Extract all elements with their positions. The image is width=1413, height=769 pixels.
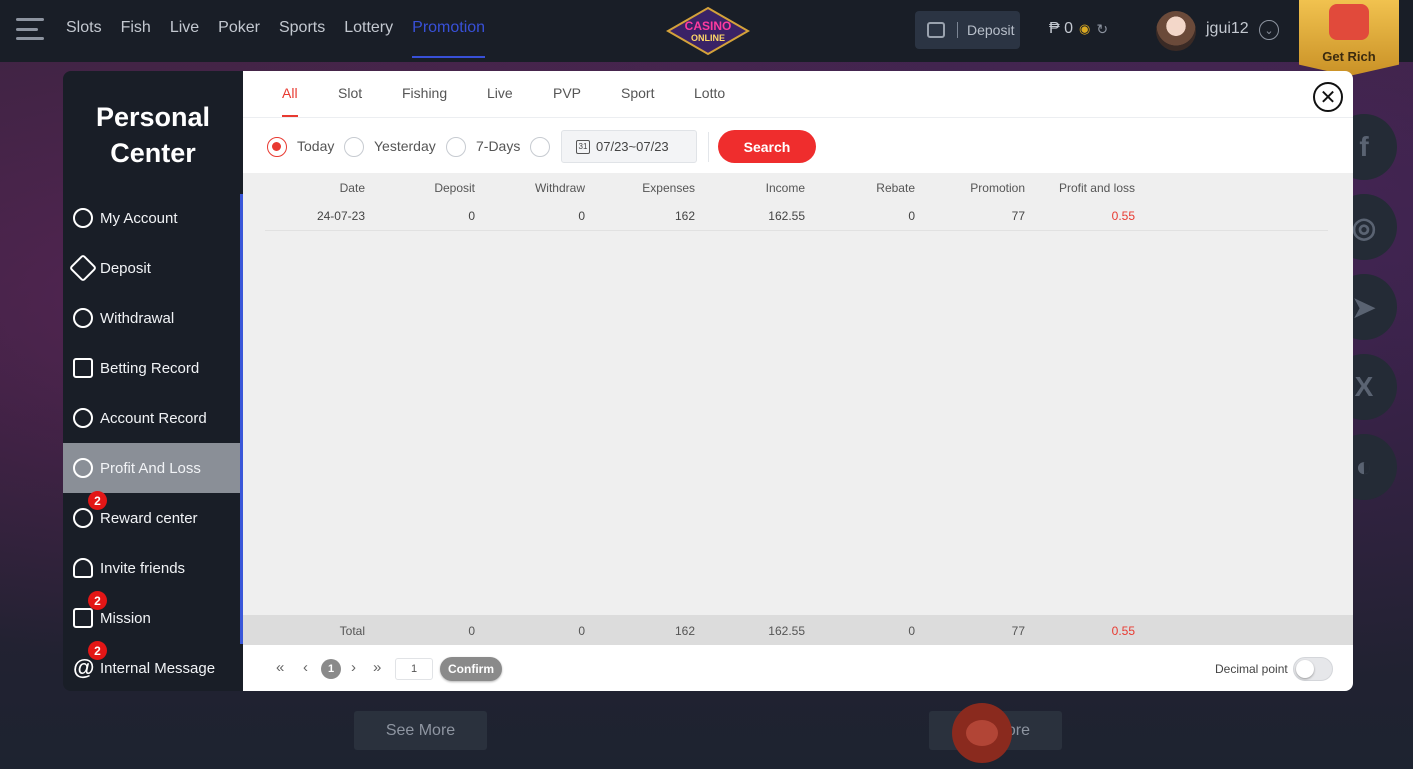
chat-icon[interactable]: [952, 703, 1012, 763]
sidebar-item-invite-friends[interactable]: Invite friends: [63, 543, 240, 593]
get-rich-label: Get Rich: [1322, 49, 1376, 64]
username[interactable]: jgui12: [1206, 20, 1249, 38]
header-deposit-button[interactable]: Deposit: [915, 11, 1020, 49]
reward-badge: 2: [88, 491, 107, 510]
nav-slots[interactable]: Slots: [66, 18, 102, 58]
avatar[interactable]: [1156, 11, 1196, 51]
col-deposit: Deposit: [434, 181, 475, 195]
col-date: Date: [339, 181, 365, 195]
sidebar-item-withdrawal[interactable]: Withdrawal: [63, 293, 240, 343]
eye-icon[interactable]: ◉: [1079, 21, 1090, 37]
personal-center-title: Personal Center: [95, 102, 211, 168]
refresh-icon[interactable]: ↻: [1096, 21, 1108, 38]
first-page-icon[interactable]: «: [276, 659, 284, 676]
col-profit-loss: Profit and loss: [1058, 181, 1135, 195]
account-record-icon: [73, 408, 93, 428]
decimal-point-label: Decimal point: [1215, 662, 1288, 676]
table-row[interactable]: 24-07-23 0 0 162 162.55 0 77 0.55: [265, 201, 1328, 231]
last-page-icon[interactable]: »: [373, 659, 381, 676]
svg-text:CASINO: CASINO: [685, 19, 732, 33]
gift-icon: [73, 608, 93, 628]
radio-today[interactable]: [267, 137, 287, 157]
casino-online-logo[interactable]: CASINO ONLINE: [664, 6, 752, 56]
betting-record-icon: [73, 358, 93, 378]
mission-badge: 2: [88, 591, 107, 610]
date-range-picker[interactable]: 31 07/23~07/23: [561, 130, 697, 163]
get-rich-banner[interactable]: Get Rich: [1299, 0, 1399, 76]
top-navigation: Slots Fish Live Poker Sports Lottery Pro…: [0, 0, 1413, 62]
nav-lottery[interactable]: Lottery: [344, 18, 393, 58]
profit-loss-table: Date Deposit Withdraw Expenses Income Re…: [243, 173, 1353, 615]
search-button[interactable]: Search: [718, 130, 816, 163]
sidebar-item-reward-center[interactable]: 2 Reward center: [63, 491, 240, 543]
sidebar-item-account-record[interactable]: Account Record: [63, 393, 240, 443]
svg-text:ONLINE: ONLINE: [691, 33, 725, 43]
radio-yesterday[interactable]: [344, 137, 364, 157]
reward-icon: [73, 508, 93, 528]
pagination: « ‹ 1 › » 1 Confirm Decimal point: [243, 645, 1353, 691]
balance: ₱ 0 ◉ ↻: [1049, 20, 1108, 38]
profit-loss-icon: [73, 458, 93, 478]
label-7-days: 7-Days: [476, 138, 521, 154]
next-page-icon[interactable]: ›: [351, 659, 356, 676]
invite-icon: [73, 558, 93, 578]
col-rebate: Rebate: [876, 181, 915, 195]
sidebar-item-mission[interactable]: 2 Mission: [63, 591, 240, 643]
col-expenses: Expenses: [642, 181, 695, 195]
tab-slot[interactable]: Slot: [338, 85, 362, 115]
header-deposit-label: Deposit: [967, 22, 1015, 38]
balance-amount: ₱ 0: [1049, 20, 1074, 37]
tab-lotto[interactable]: Lotto: [694, 85, 725, 115]
hamburger-menu-icon[interactable]: [16, 18, 44, 40]
account-icon: [73, 208, 93, 228]
radio-7-days[interactable]: [446, 137, 466, 157]
decimal-point-toggle[interactable]: [1293, 657, 1333, 681]
category-tabs: All Slot Fishing Live PVP Sport Lotto ✕: [243, 71, 1353, 118]
sidebar-item-deposit[interactable]: Deposit: [63, 243, 240, 293]
col-income: Income: [765, 181, 805, 195]
profit-loss-panel: All Slot Fishing Live PVP Sport Lotto ✕ …: [243, 71, 1353, 691]
nav-poker[interactable]: Poker: [218, 18, 260, 58]
table-total-row: Total 0 0 162 162.55 0 77 0.55: [243, 615, 1353, 645]
nav-links: Slots Fish Live Poker Sports Lottery Pro…: [66, 18, 504, 58]
chevron-down-icon[interactable]: ⌄: [1259, 20, 1279, 40]
personal-center-sidebar: Personal Center My Account Deposit Withd…: [63, 71, 243, 691]
wallet-icon: [927, 22, 945, 38]
page-number-input[interactable]: 1: [395, 658, 433, 680]
date-filters: Today Yesterday 7-Days 31 07/23~07/23 Se…: [243, 118, 1353, 173]
sidebar-item-betting-record[interactable]: Betting Record: [63, 343, 240, 393]
sidebar-item-my-account[interactable]: My Account: [63, 193, 240, 243]
nav-fish[interactable]: Fish: [121, 18, 151, 58]
tab-pvp[interactable]: PVP: [553, 85, 581, 115]
message-badge: 2: [88, 641, 107, 660]
deposit-icon: [68, 253, 98, 283]
label-yesterday: Yesterday: [374, 138, 436, 154]
col-withdraw: Withdraw: [534, 181, 585, 195]
date-range-value: 07/23~07/23: [596, 139, 669, 154]
table-header: Date Deposit Withdraw Expenses Income Re…: [265, 173, 1328, 201]
tab-all[interactable]: All: [282, 85, 298, 117]
sidebar-item-profit-and-loss[interactable]: Profit And Loss: [63, 443, 240, 493]
nav-sports[interactable]: Sports: [279, 18, 325, 58]
calendar-icon: 31: [576, 139, 590, 154]
tab-sport[interactable]: Sport: [621, 85, 654, 115]
sidebar-item-internal-message[interactable]: @ 2 Internal Message: [63, 641, 240, 693]
nav-live[interactable]: Live: [170, 18, 199, 58]
nav-promotion[interactable]: Promotion: [412, 18, 486, 58]
current-page[interactable]: 1: [321, 659, 341, 679]
prev-page-icon[interactable]: ‹: [303, 659, 308, 676]
tab-live[interactable]: Live: [487, 85, 513, 115]
withdrawal-icon: [73, 308, 93, 328]
close-icon[interactable]: ✕: [1313, 82, 1343, 112]
gift-icon: [1329, 4, 1369, 40]
col-promotion: Promotion: [970, 181, 1025, 195]
label-today: Today: [297, 138, 335, 154]
radio-custom-range[interactable]: [530, 137, 550, 157]
confirm-button[interactable]: Confirm: [440, 657, 502, 681]
see-more-button[interactable]: See More: [354, 711, 487, 750]
tab-fishing[interactable]: Fishing: [402, 85, 447, 115]
at-icon: @: [73, 655, 95, 680]
